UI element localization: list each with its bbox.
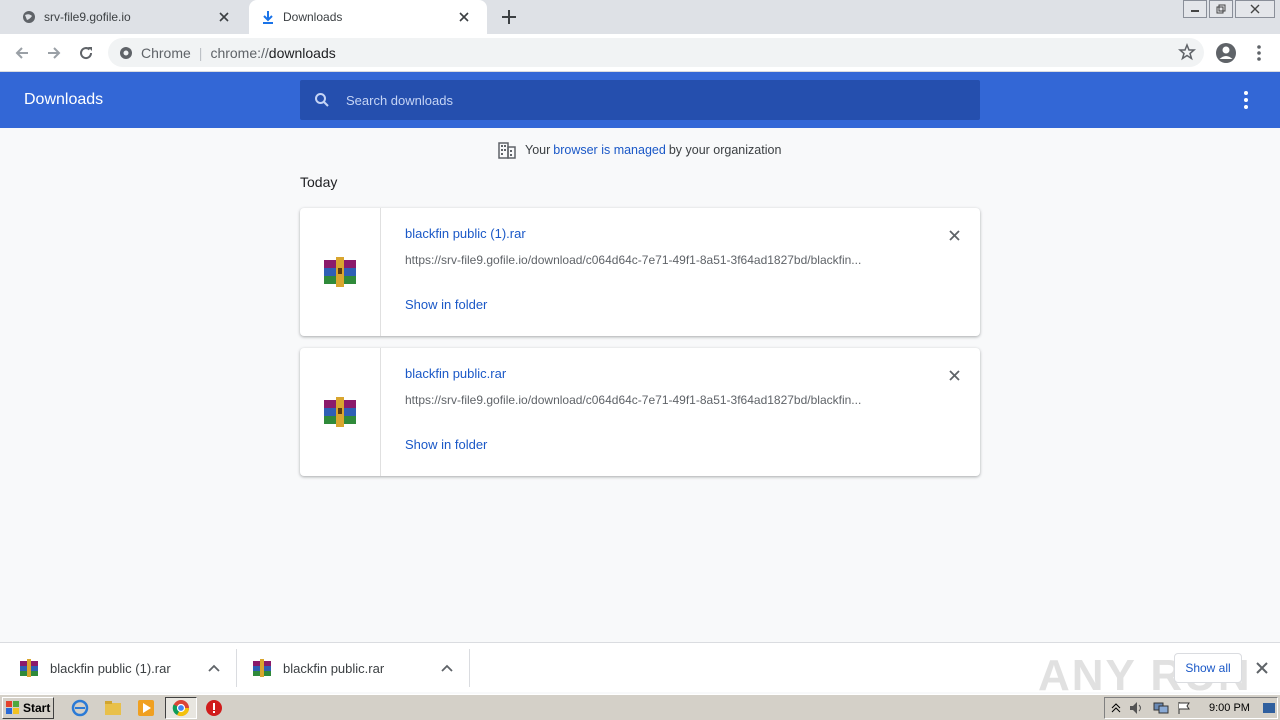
winrar-archive-icon	[253, 659, 271, 677]
close-tab-icon[interactable]	[215, 8, 233, 26]
winrar-archive-icon	[324, 397, 356, 427]
show-hidden-icons-icon[interactable]	[1111, 702, 1121, 714]
tab-title: Downloads	[283, 10, 343, 24]
reload-button[interactable]	[74, 41, 98, 65]
internet-explorer-icon[interactable]	[71, 699, 89, 717]
tab-gofile[interactable]: srv-file9.gofile.io	[0, 0, 247, 34]
managed-notice: Your browser is managed by your organiza…	[498, 141, 781, 159]
shelf-filename: blackfin public (1).rar	[50, 660, 171, 676]
more-actions-icon[interactable]	[1236, 90, 1256, 110]
network-icon[interactable]	[1153, 701, 1169, 715]
system-tray: 9:00 PM	[1104, 697, 1278, 719]
globe-icon	[22, 10, 36, 24]
bookmark-star-icon[interactable]	[1178, 42, 1196, 64]
download-url[interactable]: https://srv-file9.gofile.io/download/c06…	[405, 393, 905, 407]
close-shelf-icon[interactable]	[1253, 659, 1271, 677]
chevron-up-icon[interactable]	[206, 660, 222, 676]
page-title: Downloads	[24, 91, 104, 108]
back-button[interactable]	[10, 41, 34, 65]
show-in-folder-link[interactable]: Show in folder	[405, 297, 487, 312]
download-icon	[261, 10, 275, 24]
browser-toolbar: Chrome | chrome:// downloads	[0, 34, 1280, 72]
tab-downloads[interactable]: Downloads	[249, 0, 487, 34]
chrome-icon	[120, 46, 132, 59]
file-icon-column	[300, 208, 381, 336]
remove-download-icon[interactable]	[944, 225, 964, 245]
show-all-button[interactable]: Show all	[1174, 653, 1242, 683]
download-url[interactable]: https://srv-file9.gofile.io/download/c06…	[405, 253, 905, 267]
url-scheme: chrome://	[210, 44, 269, 61]
download-shelf: blackfin public (1).rar blackfin public.…	[0, 642, 1280, 700]
remove-download-icon[interactable]	[944, 365, 964, 385]
close-window-button[interactable]	[1235, 0, 1275, 18]
managed-suffix: by your organization	[668, 143, 782, 157]
download-filename[interactable]: blackfin public (1).rar	[405, 226, 526, 241]
folder-icon[interactable]	[104, 699, 122, 717]
managed-prefix: Your	[525, 143, 551, 157]
start-button[interactable]: Start	[2, 697, 54, 719]
media-player-icon[interactable]	[137, 699, 155, 717]
security-chip: Chrome	[141, 44, 191, 61]
shelf-download-item[interactable]: blackfin public.rar	[253, 643, 455, 693]
date-heading: Today	[300, 174, 338, 190]
omnibox-separator: |	[198, 44, 203, 61]
new-tab-button[interactable]	[498, 6, 520, 28]
minimize-button[interactable]	[1183, 0, 1207, 18]
start-label: Start	[23, 701, 51, 715]
restore-button[interactable]	[1209, 0, 1233, 18]
managed-link[interactable]: browser is managed	[553, 143, 666, 157]
file-icon-column	[300, 348, 381, 476]
download-item: blackfin public (1).rar https://srv-file…	[300, 208, 980, 336]
building-icon	[498, 142, 516, 159]
close-tab-icon[interactable]	[455, 8, 473, 26]
volume-icon[interactable]	[1129, 701, 1145, 715]
stop-sign-icon[interactable]	[205, 699, 223, 717]
forward-button[interactable]	[42, 41, 66, 65]
chrome-icon[interactable]	[172, 699, 190, 717]
search-input[interactable]	[346, 92, 946, 108]
chevron-up-icon[interactable]	[439, 660, 455, 676]
search-box[interactable]	[300, 80, 980, 120]
download-filename[interactable]: blackfin public.rar	[405, 366, 506, 381]
download-item: blackfin public.rar https://srv-file9.go…	[300, 348, 980, 476]
tab-title: srv-file9.gofile.io	[44, 10, 131, 24]
clock[interactable]: 9:00 PM	[1209, 702, 1250, 714]
show-in-folder-link[interactable]: Show in folder	[405, 437, 487, 452]
address-bar[interactable]: Chrome | chrome:// downloads	[108, 38, 1204, 67]
winrar-archive-icon	[324, 257, 356, 287]
show-desktop-icon[interactable]	[1263, 702, 1275, 714]
shelf-divider	[469, 649, 470, 687]
shelf-divider	[236, 649, 237, 687]
shelf-download-item[interactable]: blackfin public (1).rar	[20, 643, 222, 693]
windows-flag-icon	[6, 701, 19, 714]
shelf-filename: blackfin public.rar	[283, 660, 385, 676]
profile-avatar-icon[interactable]	[1214, 41, 1238, 65]
url-host: downloads	[268, 44, 336, 61]
action-center-flag-icon[interactable]	[1177, 701, 1191, 715]
downloads-header: Downloads	[0, 72, 1280, 128]
tab-strip: srv-file9.gofile.io Downloads	[0, 0, 1280, 34]
winrar-archive-icon	[20, 659, 38, 677]
chrome-menu-icon[interactable]	[1247, 41, 1271, 65]
windows-taskbar: Start 9:00 PM	[0, 694, 1280, 720]
search-icon	[315, 93, 329, 107]
